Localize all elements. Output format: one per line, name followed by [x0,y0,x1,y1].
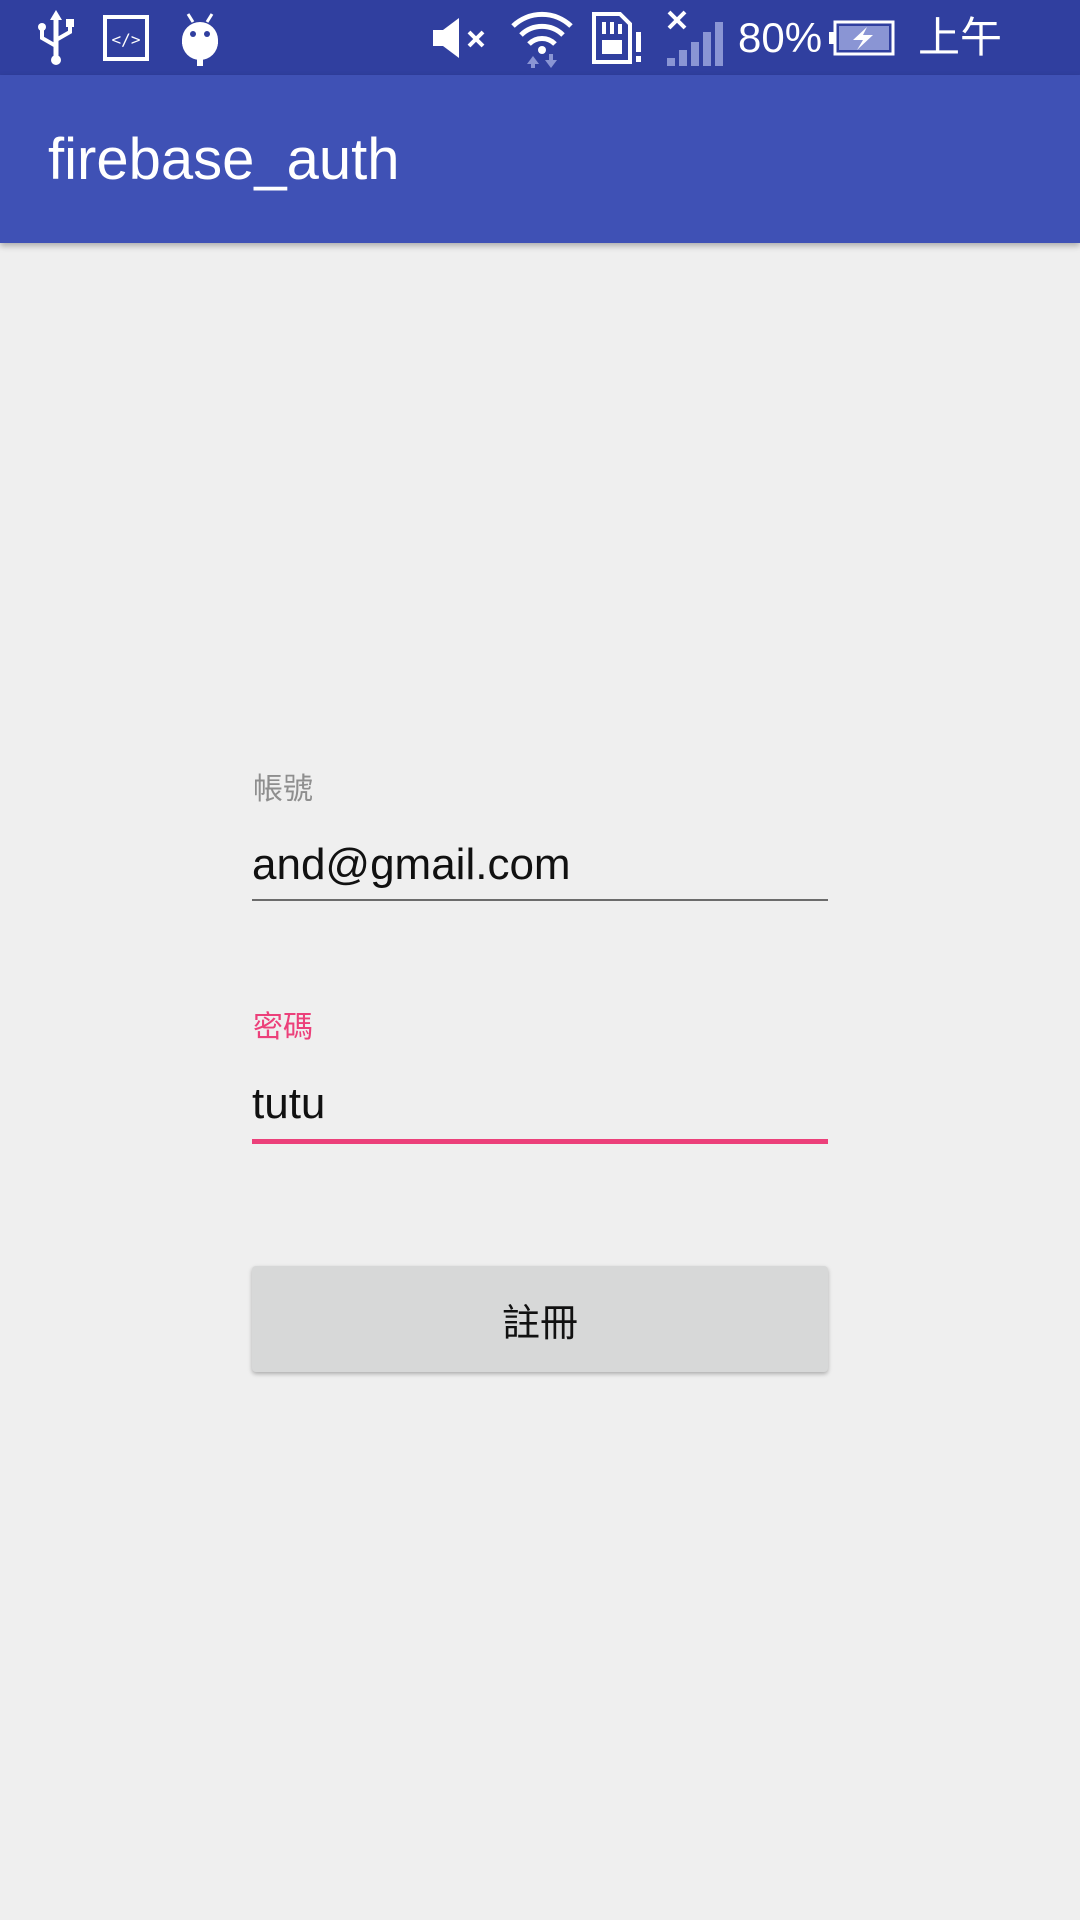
usb-icon [28,8,84,68]
status-time: 上午9:33 [918,14,1003,121]
register-button-label: 註冊 [501,1300,578,1345]
password-underline [252,1139,828,1144]
developer-icon: </> [100,8,152,68]
battery-charging-icon [826,8,898,68]
password-label: 密碼 [253,1010,313,1045]
account-input[interactable] [252,834,828,896]
account-underline [252,899,828,901]
account-label: 帳號 [253,772,313,807]
app-bar: firebase_auth [0,75,1080,243]
android-debug-icon [172,8,228,68]
register-button[interactable]: 註冊 [252,1266,828,1372]
svg-text:</>: </> [112,30,141,49]
sd-card-alert-icon [590,8,646,68]
status-bar: </> 80% 上午 [0,0,1080,121]
password-input[interactable] [252,1073,828,1135]
wifi-icon [508,8,576,68]
mute-icon [430,8,492,68]
no-signal-icon [662,8,724,68]
app-title: firebase_auth [48,127,400,192]
battery-percent: 80% [738,14,823,61]
